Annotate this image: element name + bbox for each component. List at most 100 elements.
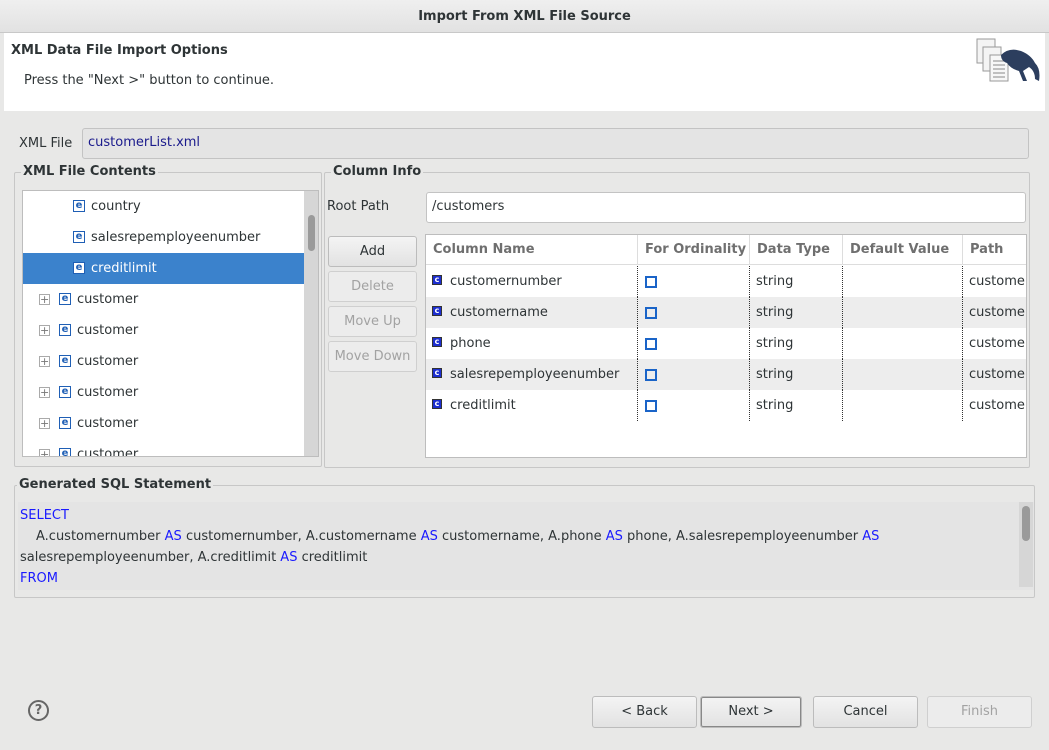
column-path: custome	[969, 336, 1025, 351]
sql-keyword: AS	[164, 529, 182, 544]
cancel-button[interactable]: Cancel	[813, 696, 918, 728]
sql-title: Generated SQL Statement	[17, 477, 214, 493]
tree-item[interactable]: + e customer	[23, 346, 304, 377]
element-icon: e	[59, 417, 71, 429]
sql-text: A.customernumber	[36, 529, 165, 544]
sql-text: creditlimit	[297, 550, 368, 565]
for-ordinality-checkbox[interactable]	[645, 399, 657, 412]
help-icon[interactable]: ?	[28, 700, 49, 721]
column-info-title: Column Info	[331, 164, 424, 180]
table-row[interactable]: c phone string custome	[426, 328, 1026, 359]
sql-text: customername, A.phone	[437, 529, 606, 544]
data-type: string	[756, 336, 794, 351]
element-icon: e	[59, 293, 71, 305]
tree-item-label: customer	[77, 416, 139, 431]
for-ordinality-checkbox[interactable]	[645, 275, 657, 288]
table-row[interactable]: c customername string custome	[426, 297, 1026, 328]
root-path-input[interactable]: /customers	[426, 192, 1026, 223]
window-title: Import From XML File Source	[0, 0, 1049, 33]
delete-button[interactable]: Delete	[328, 271, 417, 302]
element-icon: e	[59, 324, 71, 336]
element-icon: e	[59, 355, 71, 367]
column-name: creditlimit	[450, 398, 516, 413]
element-icon: e	[73, 200, 85, 212]
root-path-label: Root Path	[327, 199, 390, 214]
expand-icon[interactable]: +	[39, 325, 50, 336]
column-path: custome	[969, 274, 1025, 289]
sql-scrollbar[interactable]	[1019, 502, 1033, 587]
sql-text: phone, A.salesrepemployeenumber	[622, 529, 863, 544]
tree-item[interactable]: e creditlimit	[23, 253, 304, 284]
column-icon: c	[432, 306, 442, 316]
finish-button[interactable]: Finish	[927, 696, 1032, 728]
wizard-header: XML Data File Import Options Press the "…	[4, 33, 1045, 111]
data-type: string	[756, 305, 794, 320]
tree-item[interactable]: + e customer	[23, 284, 304, 315]
column-path: custome	[969, 305, 1025, 320]
sql-keyword: AS	[605, 529, 623, 544]
expand-icon[interactable]: +	[39, 387, 50, 398]
sql-select: SELECT	[20, 508, 69, 523]
tree-item[interactable]: e salesrepemployeenumber	[23, 222, 304, 253]
column-header[interactable]: Default Value	[843, 235, 963, 265]
table-row[interactable]: c salesrepemployeenumber string custome	[426, 359, 1026, 390]
column-name: customernumber	[450, 274, 562, 289]
column-icon: c	[432, 399, 442, 409]
column-header[interactable]: Path	[963, 235, 1026, 265]
columns-table[interactable]: Column Name For Ordinality Data Type Defaul…	[425, 234, 1027, 458]
tree-item[interactable]: e country	[23, 191, 304, 222]
wizard-logo-icon	[976, 38, 1040, 82]
column-icon: c	[432, 368, 442, 378]
tree-scrollbar[interactable]	[304, 191, 318, 456]
element-icon: e	[59, 386, 71, 398]
element-icon: e	[73, 231, 85, 243]
move-up-button[interactable]: Move Up	[328, 306, 417, 337]
move-down-button[interactable]: Move Down	[328, 341, 417, 372]
page-title: XML Data File Import Options	[11, 43, 228, 58]
page-message: Press the "Next >" button to continue.	[24, 73, 275, 88]
expand-icon[interactable]: +	[39, 449, 50, 456]
sql-keyword: AS	[280, 550, 298, 565]
column-header[interactable]: Column Name	[426, 235, 638, 265]
xml-file-field[interactable]: customerList.xml	[82, 128, 1029, 159]
for-ordinality-checkbox[interactable]	[645, 337, 657, 350]
column-path: custome	[969, 398, 1025, 413]
expand-icon[interactable]: +	[39, 418, 50, 429]
expand-icon[interactable]: +	[39, 294, 50, 305]
tree-item-label: customer	[77, 292, 139, 307]
column-name: customername	[450, 305, 548, 320]
column-icon: c	[432, 337, 442, 347]
next-button[interactable]: Next >	[700, 696, 802, 728]
for-ordinality-checkbox[interactable]	[645, 368, 657, 381]
tree-item-label: creditlimit	[91, 261, 157, 276]
column-name: salesrepemployeenumber	[450, 367, 620, 382]
xml-file-label: XML File	[19, 136, 73, 151]
table-row[interactable]: c customernumber string custome	[426, 266, 1026, 297]
sql-from: FROM	[20, 571, 58, 586]
tree-item[interactable]: + e customer	[23, 439, 304, 456]
for-ordinality-checkbox[interactable]	[645, 306, 657, 319]
data-type: string	[756, 398, 794, 413]
table-row[interactable]: c creditlimit string custome	[426, 390, 1026, 421]
sql-text: salesrepemployeenumber, A.creditlimit	[20, 550, 281, 565]
data-type: string	[756, 274, 794, 289]
xml-tree[interactable]: e country e salesrepemployeenumber e creditli…	[22, 190, 319, 457]
element-icon: e	[59, 448, 71, 456]
tree-item-label: customer	[77, 385, 139, 400]
sql-line: A.customernumber AS customernumber, A.cu…	[20, 526, 1032, 547]
tree-item-label: salesrepemployeenumber	[91, 230, 261, 245]
sql-text-area[interactable]: SELECT A.customernumber AS customernumbe…	[18, 502, 1034, 590]
tree-item[interactable]: + e customer	[23, 315, 304, 346]
add-button[interactable]: Add	[328, 236, 417, 267]
column-header[interactable]: For Ordinality	[638, 235, 750, 265]
element-icon: e	[73, 262, 85, 274]
tree-item[interactable]: + e customer	[23, 408, 304, 439]
tree-item-label: customer	[77, 354, 139, 369]
expand-icon[interactable]: +	[39, 356, 50, 367]
xml-contents-title: XML File Contents	[21, 164, 158, 180]
column-header[interactable]: Data Type	[750, 235, 843, 265]
tree-item[interactable]: + e customer	[23, 377, 304, 408]
data-type: string	[756, 367, 794, 382]
column-name: phone	[450, 336, 491, 351]
back-button[interactable]: < Back	[592, 696, 697, 728]
